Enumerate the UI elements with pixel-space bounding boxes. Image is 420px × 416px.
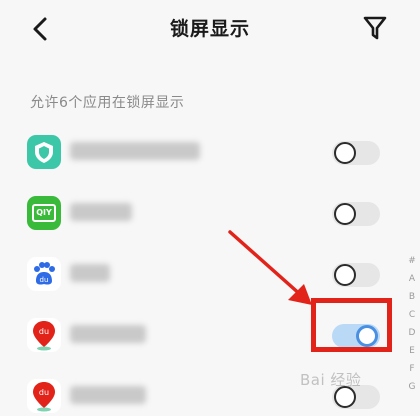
baidu-map-app-icon: du — [27, 318, 61, 352]
list-item — [0, 122, 420, 183]
app-name-blurred — [70, 264, 110, 282]
index-letter[interactable]: C — [404, 306, 420, 324]
index-letter[interactable]: # — [404, 252, 420, 270]
app-name-blurred — [70, 325, 146, 343]
baidu-map-app-icon: du — [27, 379, 61, 413]
annotation-highlight-box — [311, 298, 392, 352]
list-item: QIY — [0, 183, 420, 244]
index-letter[interactable]: B — [404, 288, 420, 306]
lockscreen-toggle[interactable] — [332, 263, 380, 287]
index-letter[interactable]: D — [404, 324, 420, 342]
section-label: 允许6个应用在锁屏显示 — [30, 95, 185, 111]
baidu-app-icon: du — [27, 257, 61, 291]
baidu-logo-text: du — [40, 276, 49, 284]
alphabet-index[interactable]: # A B C D E F G — [404, 252, 420, 416]
iqiyi-logo-text: QIY — [32, 204, 56, 222]
app-name-blurred — [70, 203, 132, 221]
index-letter[interactable]: F — [404, 360, 420, 378]
lockscreen-toggle[interactable] — [332, 141, 380, 165]
page-title: 锁屏显示 — [169, 18, 250, 40]
watermark: Bai 经验 — [300, 371, 362, 389]
list-item: du — [0, 244, 420, 305]
lockscreen-toggle[interactable] — [332, 202, 380, 226]
app-name-blurred — [70, 142, 200, 160]
filter-icon[interactable] — [362, 14, 388, 42]
baidu-map-logo-text: du — [39, 327, 49, 336]
index-letter[interactable]: E — [404, 342, 420, 360]
top-bar: 锁屏显示 — [0, 0, 420, 62]
index-letter[interactable]: G — [404, 378, 420, 396]
index-letter[interactable]: A — [404, 270, 420, 288]
baidu-map-logo-text: du — [39, 388, 49, 397]
shield-app-icon — [27, 135, 61, 169]
app-name-blurred — [70, 386, 146, 404]
iqiyi-app-icon: QIY — [27, 196, 61, 230]
